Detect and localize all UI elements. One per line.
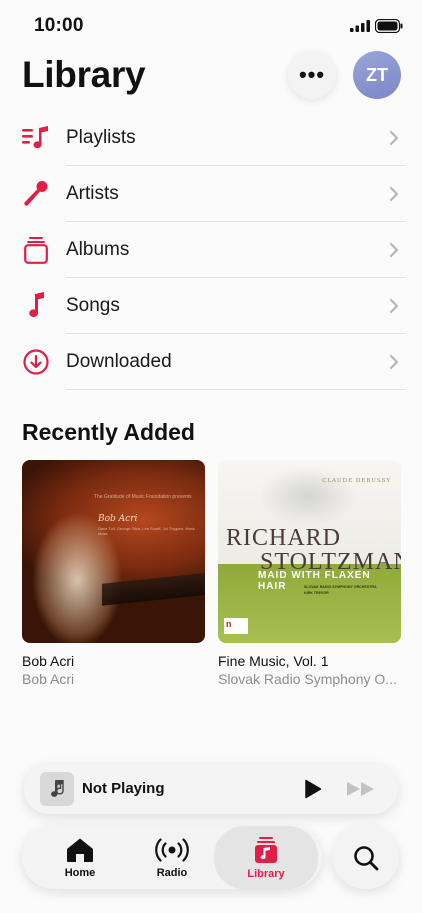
music-note-icon: [51, 780, 64, 797]
radio-icon: [155, 837, 189, 862]
tab-label: Library: [247, 867, 285, 880]
artwork-text: SLOVAK RADIO SYMPHONY ORCHESTRA: [304, 585, 377, 589]
battery-icon: [375, 19, 403, 33]
chevron-right-icon: [390, 355, 398, 369]
label-logo: n: [224, 618, 248, 634]
album-artwork[interactable]: CLAUDE DEBUSSY RICHARD STOLTZMAN MAID WI…: [218, 460, 401, 643]
play-icon[interactable]: [304, 779, 322, 799]
microphone-icon: [22, 180, 50, 208]
album-artist: Slovak Radio Symphony O...: [218, 671, 397, 687]
tab-bar: Home Radio Library: [22, 826, 322, 889]
music-note-icon: [22, 292, 50, 320]
library-screen: 10:00 Library ••• ZT Playlists Artists A…: [0, 0, 422, 913]
library-item-albums[interactable]: Albums: [22, 222, 405, 278]
home-icon: [67, 838, 93, 862]
artwork-text: The Gratitude of Music Foundation presen…: [94, 494, 192, 500]
mini-player[interactable]: Not Playing: [24, 764, 398, 814]
artwork-text: Dave Tull, George Silva, Lee Scruff, Jul…: [98, 526, 195, 536]
tab-library[interactable]: Library: [214, 826, 318, 889]
search-button[interactable]: [333, 826, 399, 889]
library-item-label: Downloaded: [66, 351, 172, 372]
download-circle-icon: [22, 348, 50, 376]
artwork-text: Bob Acri: [98, 514, 138, 524]
cellular-signal-icon: [350, 20, 370, 32]
album-card[interactable]: CLAUDE DEBUSSY RICHARD STOLTZMAN MAID WI…: [218, 460, 401, 687]
tab-label: Radio: [156, 866, 188, 879]
page-title: Library: [22, 54, 146, 95]
status-time: 10:00: [34, 15, 84, 36]
tab-label: Home: [64, 866, 96, 879]
chevron-right-icon: [390, 131, 398, 145]
album-title: Bob Acri: [22, 653, 75, 669]
now-playing-artwork: [40, 772, 74, 806]
chevron-right-icon: [390, 187, 398, 201]
artwork-feather: [258, 466, 358, 526]
artwork-text: KIRK TREVOR: [304, 591, 329, 595]
divider: [66, 389, 405, 390]
fast-forward-icon[interactable]: [346, 781, 376, 797]
album-card[interactable]: The Gratitude of Music Foundation presen…: [22, 460, 205, 687]
tab-home[interactable]: Home: [30, 826, 130, 889]
section-title-recently-added: Recently Added: [22, 419, 195, 445]
search-icon: [354, 845, 379, 870]
chevron-right-icon: [390, 299, 398, 313]
album-title: Fine Music, Vol. 1: [218, 653, 329, 669]
library-item-artists[interactable]: Artists: [22, 166, 405, 222]
library-item-label: Playlists: [66, 127, 136, 148]
library-item-playlists[interactable]: Playlists: [22, 110, 405, 166]
status-bar: 10:00: [0, 0, 422, 52]
library-list: Playlists Artists Albums Songs Downloade…: [22, 110, 405, 390]
album-artist: Bob Acri: [22, 671, 75, 687]
artwork-text: RICHARD: [226, 525, 342, 551]
chevron-right-icon: [390, 243, 398, 257]
album-artwork[interactable]: The Gratitude of Music Foundation presen…: [22, 460, 205, 643]
tab-radio[interactable]: Radio: [122, 826, 222, 889]
now-playing-title: Not Playing: [82, 780, 165, 797]
playlist-icon: [22, 124, 50, 152]
library-item-downloaded[interactable]: Downloaded: [22, 334, 405, 390]
artwork-text: CLAUDE DEBUSSY: [322, 478, 391, 484]
library-item-label: Albums: [66, 239, 130, 260]
library-item-label: Artists: [66, 183, 119, 204]
label-logo-mark: n: [226, 619, 232, 629]
library-icon: [255, 836, 277, 863]
artwork-piano-shape: [102, 572, 205, 606]
album-stack-icon: [22, 236, 50, 264]
profile-avatar-button[interactable]: ZT: [353, 51, 401, 99]
library-item-label: Songs: [66, 295, 120, 316]
more-options-button[interactable]: •••: [288, 51, 336, 99]
library-item-songs[interactable]: Songs: [22, 278, 405, 334]
